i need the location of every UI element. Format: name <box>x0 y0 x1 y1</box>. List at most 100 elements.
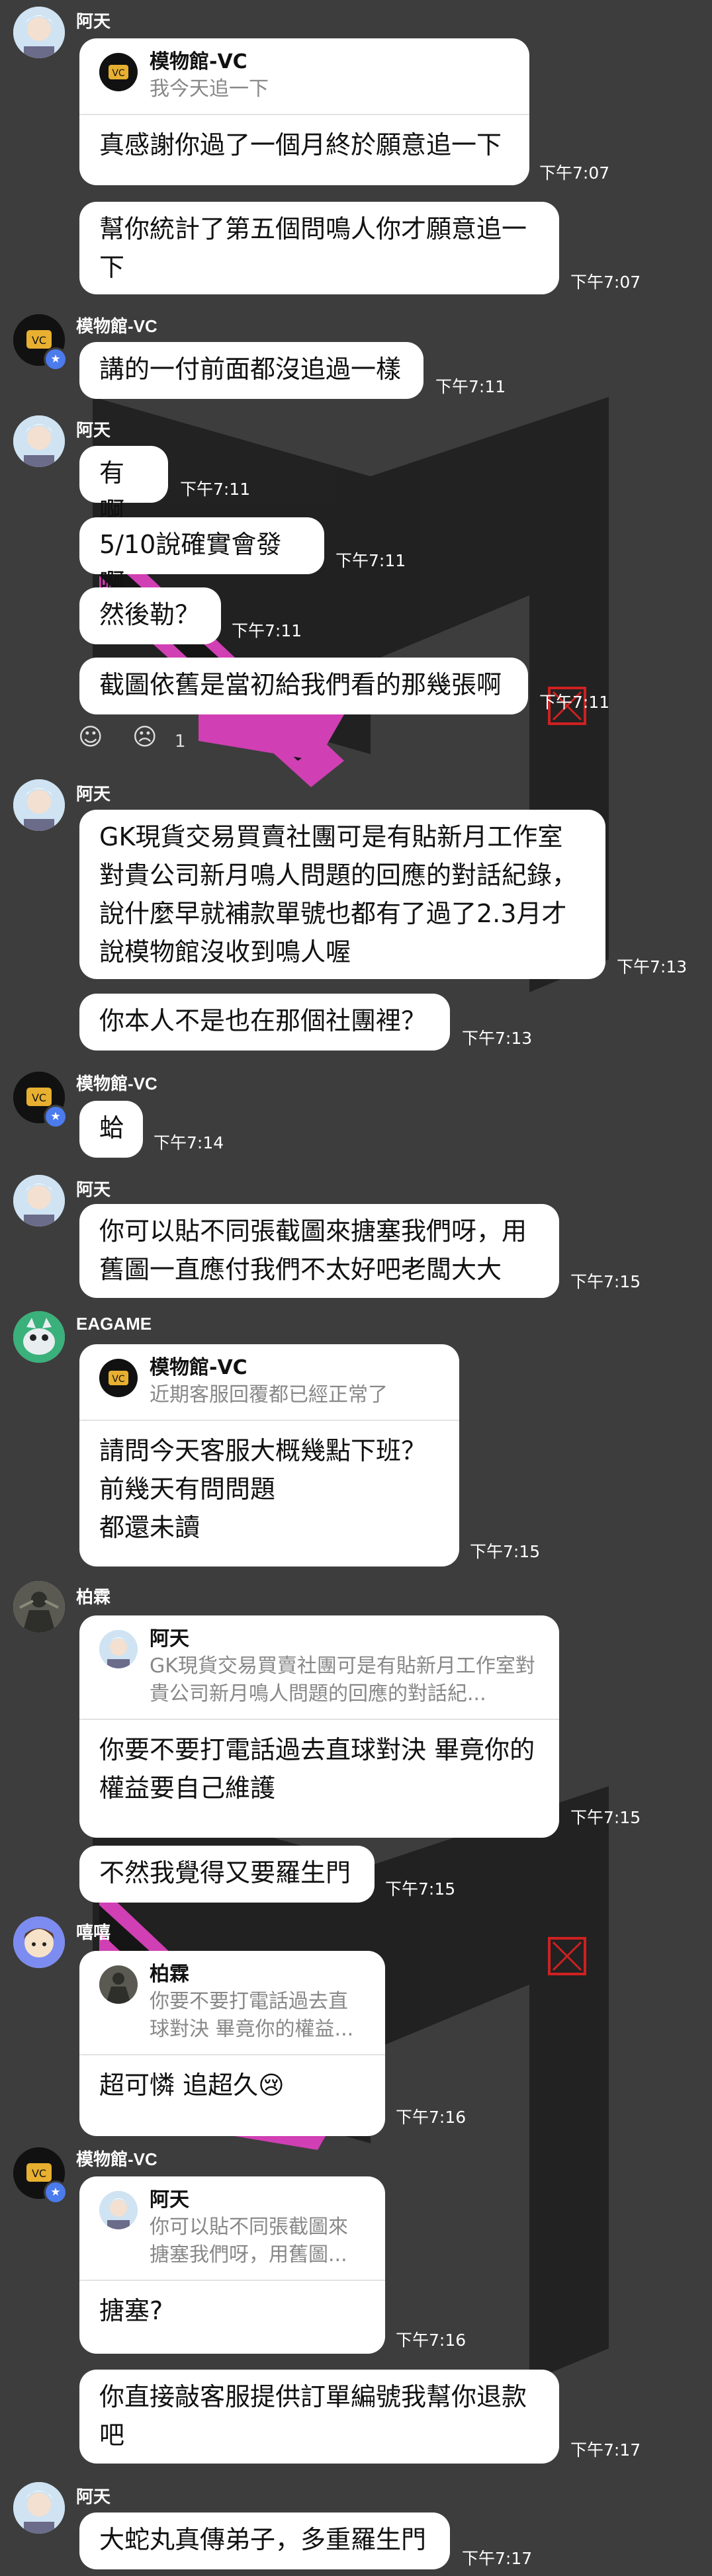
sender-name: 阿天 <box>76 11 111 31</box>
message-time: 下午7:16 <box>396 2108 467 2127</box>
message-bubble[interactable]: 幫你統計了第五個問鳴人你才願意追一下 <box>79 202 559 294</box>
avatar-atian-icon <box>13 7 65 58</box>
avatar-xixi-icon <box>13 1916 65 1968</box>
reaction-emoji-icon[interactable]: ☹ <box>132 724 157 751</box>
message-bubble[interactable]: 阿天 你可以貼不同張截圖來搪塞我們呀，用舊圖... 搪塞? <box>79 2176 385 2354</box>
message-time: 下午7:15 <box>570 1272 641 1291</box>
avatar-atian[interactable] <box>13 415 65 467</box>
message-time: 下午7:15 <box>570 1808 641 1827</box>
message-bubble[interactable]: GK現貨交易買賣社團可是有貼新月工作室對貴公司新月鳴人問題的回應的對話紀錄，說什… <box>79 810 605 979</box>
svg-text:VC: VC <box>112 68 125 79</box>
message-text: 超可憐 追超久😢 <box>99 2071 285 2100</box>
message-text: 然後勒？ <box>99 600 200 629</box>
sender-name: 模物館-VC <box>76 2149 157 2169</box>
reply-preview[interactable]: 阿天 你可以貼不同張截圖來搪塞我們呀，用舊圖... <box>79 2176 385 2281</box>
reply-avatar: VC <box>99 53 138 91</box>
message-bubble[interactable]: 不然我覺得又要羅生門 <box>79 1846 375 1903</box>
sender-name: EAGAME <box>76 1314 152 1334</box>
message-bubble[interactable]: 截圖依舊是當初給我們看的那幾張啊 <box>79 658 528 714</box>
message-bubble[interactable]: VC 模物館-VC 我今天追一下 真感謝你過了一個月終於願意追一下 <box>79 38 529 185</box>
message-text: 截圖依舊是當初給我們看的那幾張啊 <box>99 670 502 699</box>
message-time: 下午7:11 <box>539 693 610 712</box>
avatar-eagame[interactable] <box>13 1311 65 1363</box>
reply-text: 你可以貼不同張截圖來搪塞我們呀，用舊圖... <box>150 2215 348 2266</box>
add-reaction-icon[interactable]: ☺ <box>78 724 103 751</box>
message-time: 下午7:11 <box>180 480 251 499</box>
avatar-xixi[interactable] <box>13 1916 65 1968</box>
avatar-atian-icon <box>13 1175 65 1226</box>
sender-name: 模物館-VC <box>76 316 157 336</box>
message-time: 下午7:13 <box>617 957 688 976</box>
sender-name: 阿天 <box>76 1180 111 1199</box>
message-bubble[interactable]: 大蛇丸真傳弟子，多重羅生門 <box>79 2512 450 2569</box>
svg-text:VC: VC <box>32 1092 46 1104</box>
message-text: 講的一付前面都沒追過一樣 <box>99 355 402 384</box>
reply-sender: 阿天 <box>150 2188 189 2211</box>
message-bubble[interactable]: 阿天 GK現貨交易買賣社團可是有貼新月工作室對貴公司新月鳴人問題的回應的對話紀.… <box>79 1615 559 1838</box>
reply-sender: 柏霖 <box>150 1963 189 1986</box>
sender-name: 阿天 <box>76 2487 111 2507</box>
sender-name: 阿天 <box>76 420 111 440</box>
message-bubble[interactable]: 你可以貼不同張截圖來搪塞我們呀，用舊圖一直應付我們不太好吧老闆大大 <box>79 1204 559 1298</box>
message-text: 搪塞? <box>99 2296 163 2325</box>
message-time: 下午7:11 <box>232 621 302 640</box>
avatar-eagame-icon <box>13 1311 65 1363</box>
message-bubble[interactable]: VC 模物館-VC 近期客服回覆都已經正常了 請問今天客服大概幾點下班？ 前幾天… <box>79 1344 459 1567</box>
message-bubble[interactable]: 蛤 <box>79 1101 143 1158</box>
reply-avatar <box>99 1965 138 2004</box>
message-bubble[interactable]: 你直接敲客服提供訂單編號我幫你退款吧 <box>79 2370 559 2464</box>
reply-preview[interactable]: VC 模物館-VC 我今天追一下 <box>79 38 529 115</box>
reply-preview[interactable]: VC 模物館-VC 近期客服回覆都已經正常了 <box>79 1344 459 1421</box>
message-time: 下午7:17 <box>462 2549 533 2568</box>
svg-text:VC: VC <box>32 334 46 347</box>
message-time: 下午7:07 <box>570 273 641 292</box>
message-bubble[interactable]: 你本人不是也在那個社團裡？ <box>79 994 450 1051</box>
message-text: 你可以貼不同張截圖來搪塞我們呀，用舊圖一直應付我們不太好吧老闆大大 <box>99 1217 527 1284</box>
reply-text: 你要不要打電話過去直球對決 畢竟你的權益... <box>150 1990 354 2041</box>
verified-badge-icon: ★ <box>44 2180 67 2204</box>
reply-text: 我今天追一下 <box>150 77 269 101</box>
sender-name: 嘻嘻 <box>76 1922 111 1942</box>
message-text: 你直接敲客服提供訂單編號我幫你退款吧 <box>99 2382 527 2450</box>
message-bubble[interactable]: 講的一付前面都沒追過一樣 <box>79 342 423 399</box>
message-text: 請問今天客服大概幾點下班？ 前幾天有問問題 都還未讀 <box>99 1436 427 1542</box>
sender-name: 模物館-VC <box>76 1074 157 1094</box>
reply-sender: 模物館-VC <box>150 1356 247 1379</box>
message-text: 你要不要打電話過去直球對決 畢竟你的權益要自己維護 <box>99 1735 535 1803</box>
avatar-atian-icon <box>13 415 65 467</box>
message-time: 下午7:07 <box>539 163 610 183</box>
reply-sender: 阿天 <box>150 1627 189 1651</box>
sender-name: 柏霖 <box>76 1587 111 1607</box>
svg-text:VC: VC <box>32 2167 46 2180</box>
message-text: 真感謝你過了一個月終於願意追一下 <box>99 130 502 159</box>
message-time: 下午7:11 <box>435 377 506 396</box>
message-bubble[interactable]: 有啊 <box>79 446 168 526</box>
reply-preview[interactable]: 柏霖 你要不要打電話過去直球對決 畢竟你的權益... <box>79 1951 385 2055</box>
message-bubble[interactable]: 柏霖 你要不要打電話過去直球對決 畢竟你的權益... 超可憐 追超久😢 <box>79 1951 385 2136</box>
message-text: GK現貨交易買賣社團可是有貼新月工作室對貴公司新月鳴人問題的回應的對話紀錄，說什… <box>99 822 578 966</box>
avatar-atian[interactable] <box>13 1175 65 1226</box>
message-time: 下午7:17 <box>570 2440 641 2460</box>
reply-sender: 模物館-VC <box>150 50 247 73</box>
message-time: 下午7:13 <box>462 1029 533 1048</box>
message-text: 你本人不是也在那個社團裡？ <box>99 1006 427 1035</box>
reply-text: GK現貨交易買賣社團可是有貼新月工作室對貴公司新月鳴人問題的回應的對話紀... <box>150 1654 535 1705</box>
sender-name: 阿天 <box>76 784 111 804</box>
message-text: 不然我覺得又要羅生門 <box>99 1858 351 1887</box>
avatar-bolin-icon <box>13 1581 65 1633</box>
avatar-atian[interactable] <box>13 779 65 831</box>
reply-preview[interactable]: 阿天 GK現貨交易買賣社團可是有貼新月工作室對貴公司新月鳴人問題的回應的對話紀.… <box>79 1615 559 1720</box>
avatar-atian[interactable] <box>13 7 65 58</box>
message-text: 幫你統計了第五個問鳴人你才願意追一下 <box>99 214 527 282</box>
message-text: 大蛇丸真傳弟子，多重羅生門 <box>99 2525 427 2554</box>
avatar-atian[interactable] <box>13 2482 65 2534</box>
message-time: 下午7:14 <box>154 1133 224 1152</box>
svg-text:VC: VC <box>112 1374 125 1385</box>
message-time: 下午7:16 <box>396 2331 467 2350</box>
message-text: 蛤 <box>99 1113 125 1142</box>
message-bubble[interactable]: 然後勒？ <box>79 587 221 644</box>
message-bubble[interactable]: 5/10說確實會發啊 <box>79 517 324 597</box>
avatar-atian-icon <box>13 779 65 831</box>
reaction-count: 1 <box>175 732 186 751</box>
avatar-bolin[interactable] <box>13 1581 65 1633</box>
